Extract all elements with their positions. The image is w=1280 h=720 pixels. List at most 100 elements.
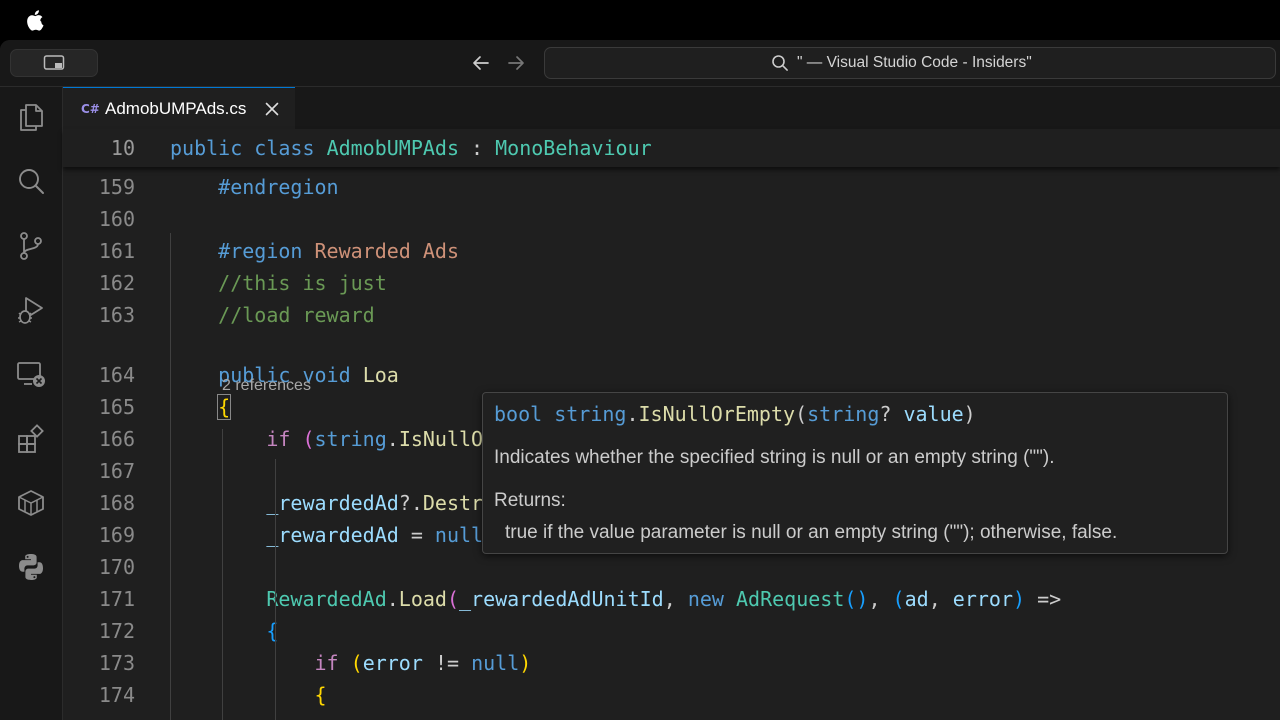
code-token: //load reward [218, 303, 375, 327]
code-line[interactable]: { [170, 619, 278, 643]
remote-explorer-icon[interactable] [15, 359, 47, 391]
code-token: if [314, 651, 339, 675]
code-token: ( [302, 427, 315, 451]
apple-logo-icon[interactable] [26, 9, 46, 31]
code-token: ( [795, 402, 808, 426]
macos-menu-bar [0, 0, 1280, 40]
code-token: Rewarded Ads [302, 239, 460, 263]
code-line[interactable]: { [170, 683, 327, 707]
code-line[interactable]: _rewardedAd = null; [170, 523, 495, 547]
sticky-scroll-header[interactable]: 10 public class AdmobUMPAds : MonoBehavio… [63, 129, 1280, 167]
code-token: . [626, 402, 639, 426]
code-token: error [362, 651, 423, 675]
package-icon[interactable] [15, 487, 47, 519]
activity-bar [0, 87, 63, 720]
back-arrow-icon[interactable] [468, 50, 494, 76]
line-number: 167 [98, 459, 135, 483]
line-number: 165 [98, 395, 135, 419]
code-token: ( [892, 587, 905, 611]
code-token: bool [494, 402, 543, 426]
code-token: ( [446, 587, 460, 611]
tab-admobumpads-cs[interactable]: C# AdmobUMPAds.cs [63, 87, 295, 130]
hover-tooltip: bool string.IsNullOrEmpty(string? value)… [482, 392, 1228, 554]
code-lens-references[interactable]: 2 references [222, 377, 311, 395]
line-number: 170 [98, 555, 135, 579]
code-token: , [868, 587, 893, 611]
line-number: 161 [98, 239, 135, 263]
code-token: ) [963, 402, 976, 426]
code-line[interactable]: if (error != null) [170, 651, 532, 675]
code-token: ? [879, 402, 904, 426]
explorer-icon[interactable] [15, 101, 47, 133]
code-token: #endregion [218, 175, 339, 199]
search-icon[interactable] [15, 166, 47, 198]
code-token: Load [398, 587, 447, 611]
title-bar: " — Visual Studio Code - Insiders" [0, 40, 1280, 87]
code-token: . [386, 427, 399, 451]
code-token: . [386, 587, 399, 611]
code-token: AdmobUMPAds [326, 136, 460, 160]
hover-description: Indicates whether the specified string i… [494, 447, 1055, 468]
code-line[interactable]: //load reward [170, 303, 375, 327]
code-token: IsNullOrEmpty [638, 402, 796, 426]
code-token: RewardedAd [266, 587, 387, 611]
code-line[interactable]: { [170, 394, 232, 420]
csharp-file-icon: C# [81, 102, 100, 116]
code-token: _rewardedAdUnitId [459, 587, 664, 611]
code-token: Loa [362, 363, 399, 387]
code-line[interactable]: RewardedAd.Load(_rewardedAdUnitId, new A… [170, 587, 1061, 611]
code-line[interactable]: //this is just [170, 271, 387, 295]
code-token: string [554, 402, 627, 426]
line-number: 169 [98, 523, 135, 547]
code-token: #region [218, 239, 303, 263]
code-token: , [663, 587, 688, 611]
line-number: 159 [98, 175, 135, 199]
search-icon [772, 55, 788, 71]
code-token: ) [1013, 587, 1026, 611]
code-token: //this is just [218, 271, 387, 295]
code-editor[interactable]: 10 public class AdmobUMPAds : MonoBehavio… [63, 129, 1280, 720]
sticky-line-number: 10 [110, 136, 135, 160]
hover-signature: bool string.IsNullOrEmpty(string? value) [494, 402, 976, 426]
code-token: { [266, 619, 279, 643]
layout-icon [43, 55, 65, 70]
command-center-search[interactable]: " — Visual Studio Code - Insiders" [544, 47, 1276, 79]
code-line[interactable]: #region Rewarded Ads [170, 239, 459, 263]
source-control-icon[interactable] [15, 230, 47, 262]
toggle-layout-button[interactable] [10, 49, 98, 77]
code-token: ( [350, 651, 363, 675]
code-token: error [952, 587, 1013, 611]
code-token: _rewardedAd [266, 491, 399, 515]
code-token: if [266, 427, 291, 451]
line-number: 171 [98, 587, 135, 611]
line-number: 168 [98, 491, 135, 515]
code-token: != [422, 651, 472, 675]
extensions-icon[interactable] [15, 423, 47, 455]
sticky-code-line: public class AdmobUMPAds : MonoBehaviour [170, 136, 652, 160]
code-line[interactable]: #endregion [170, 175, 339, 199]
command-center-text: " — Visual Studio Code - Insiders" [797, 54, 1032, 71]
python-icon[interactable] [15, 551, 47, 583]
hover-returns-label: Returns: [494, 490, 566, 511]
code-token: string [807, 402, 880, 426]
code-token: { [314, 683, 327, 707]
indent-guide [170, 233, 171, 720]
close-icon[interactable] [263, 100, 281, 118]
line-number: 172 [98, 619, 135, 643]
run-debug-icon[interactable] [15, 294, 47, 326]
code-token: ad [904, 587, 929, 611]
forward-arrow-icon[interactable] [503, 50, 529, 76]
